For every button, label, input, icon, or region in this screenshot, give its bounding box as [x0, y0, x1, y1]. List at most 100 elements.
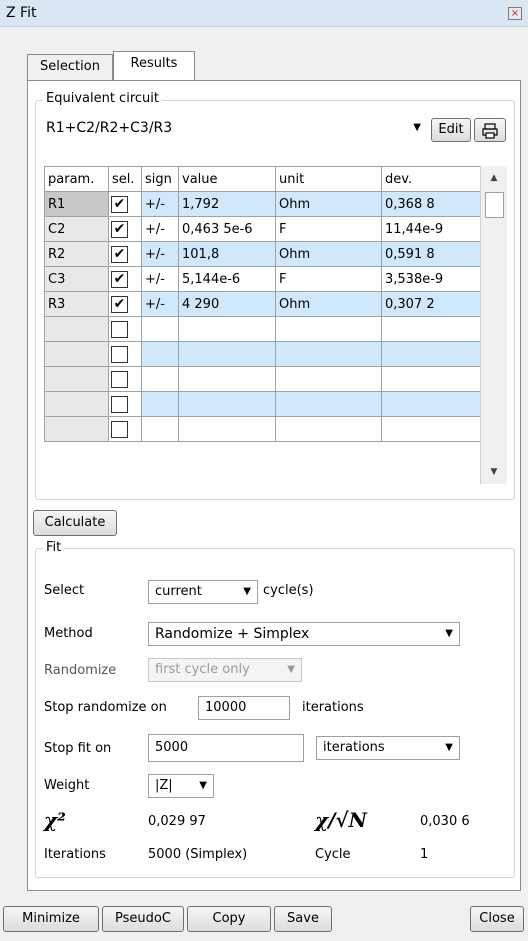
select-checkbox[interactable]: ✔	[111, 295, 128, 313]
pseudoc-button[interactable]: PseudoC	[102, 906, 184, 932]
header-sign[interactable]: sign	[141, 166, 179, 192]
cell-unit[interactable]	[275, 416, 382, 442]
cycle-select[interactable]: current ▼	[148, 580, 258, 604]
table-scrollbar[interactable]: ▲ ▼	[480, 166, 507, 484]
cell-value[interactable]: 0,463 5e-6	[178, 216, 276, 242]
randomize-select[interactable]: first cycle only ▼	[148, 658, 302, 682]
select-checkbox[interactable]	[111, 420, 128, 438]
cell-sign[interactable]: +/-	[141, 191, 179, 217]
cell-dev[interactable]: 11,44e-9	[381, 216, 480, 242]
select-checkbox-cell[interactable]: ✔	[108, 216, 142, 242]
cell-param[interactable]: R2	[44, 241, 109, 267]
cell-value[interactable]	[178, 391, 276, 417]
cell-dev[interactable]	[381, 391, 480, 417]
cell-unit[interactable]: Ohm	[275, 291, 382, 317]
cell-unit[interactable]: F	[275, 266, 382, 292]
table-row[interactable]	[44, 366, 480, 392]
cell-unit[interactable]	[275, 341, 382, 367]
cell-param[interactable]: R1	[44, 191, 109, 217]
select-checkbox-cell[interactable]: ✔	[108, 266, 142, 292]
select-checkbox-cell[interactable]	[108, 366, 142, 392]
cell-dev[interactable]: 0,307 2	[381, 291, 480, 317]
table-row[interactable]	[44, 416, 480, 442]
method-select[interactable]: Randomize + Simplex ▼	[148, 622, 460, 646]
close-window-icon[interactable]: ×	[508, 7, 522, 20]
cell-value[interactable]	[178, 341, 276, 367]
cell-sign[interactable]	[141, 341, 179, 367]
cell-unit[interactable]	[275, 316, 382, 342]
table-row[interactable]: R1 ✔ +/- 1,792 Ohm 0,368 8	[44, 191, 480, 217]
tab-results[interactable]: Results	[113, 51, 195, 80]
table-row[interactable]: R3 ✔ +/- 4 290 Ohm 0,307 2	[44, 291, 480, 317]
select-checkbox-cell[interactable]	[108, 316, 142, 342]
scroll-thumb[interactable]	[485, 192, 504, 218]
header-unit[interactable]: unit	[275, 166, 382, 192]
cell-sign[interactable]	[141, 416, 179, 442]
select-checkbox[interactable]: ✔	[111, 270, 128, 288]
cell-param[interactable]	[44, 341, 109, 367]
calculate-button[interactable]: Calculate	[33, 510, 117, 536]
cell-sign[interactable]	[141, 366, 179, 392]
cell-dev[interactable]: 0,591 8	[381, 241, 480, 267]
cell-value[interactable]: 1,792	[178, 191, 276, 217]
table-row[interactable]: R2 ✔ +/- 101,8 Ohm 0,591 8	[44, 241, 480, 267]
select-checkbox[interactable]	[111, 395, 128, 413]
select-checkbox[interactable]	[111, 370, 128, 388]
cell-sign[interactable]: +/-	[141, 266, 179, 292]
close-button[interactable]: Close	[470, 906, 524, 932]
minimize-button[interactable]: Minimize	[3, 906, 99, 932]
table-row[interactable]	[44, 316, 480, 342]
select-checkbox[interactable]	[111, 320, 128, 338]
cell-param[interactable]: C3	[44, 266, 109, 292]
header-sel[interactable]: sel.	[108, 166, 142, 192]
copy-button[interactable]: Copy	[187, 906, 271, 932]
stop-fit-input[interactable]: 5000	[148, 734, 304, 762]
edit-button[interactable]: Edit	[431, 118, 471, 142]
cell-sign[interactable]	[141, 391, 179, 417]
stop-fit-unit-select[interactable]: iterations ▼	[316, 736, 460, 760]
table-row[interactable]	[44, 391, 480, 417]
cell-sign[interactable]	[141, 316, 179, 342]
cell-value[interactable]: 101,8	[178, 241, 276, 267]
stop-randomize-input[interactable]: 10000	[198, 696, 290, 720]
tab-selection[interactable]: Selection	[27, 54, 113, 80]
scroll-down-icon[interactable]: ▼	[481, 462, 507, 482]
cell-param[interactable]: C2	[44, 216, 109, 242]
select-checkbox[interactable]: ✔	[111, 195, 128, 213]
cell-dev[interactable]: 3,538e-9	[381, 266, 480, 292]
select-checkbox-cell[interactable]	[108, 341, 142, 367]
cell-unit[interactable]	[275, 391, 382, 417]
cell-value[interactable]: 5,144e-6	[178, 266, 276, 292]
cell-unit[interactable]: F	[275, 216, 382, 242]
cell-dev[interactable]	[381, 416, 480, 442]
cell-param[interactable]	[44, 366, 109, 392]
table-row[interactable]: C2 ✔ +/- 0,463 5e-6 F 11,44e-9	[44, 216, 480, 242]
cell-value[interactable]	[178, 366, 276, 392]
cell-dev[interactable]: 0,368 8	[381, 191, 480, 217]
select-checkbox[interactable]: ✔	[111, 245, 128, 263]
select-checkbox[interactable]	[111, 345, 128, 363]
table-row[interactable]: C3 ✔ +/- 5,144e-6 F 3,538e-9	[44, 266, 480, 292]
cell-sign[interactable]: +/-	[141, 216, 179, 242]
select-checkbox-cell[interactable]	[108, 416, 142, 442]
header-dev[interactable]: dev.	[381, 166, 480, 192]
cell-param[interactable]: R3	[44, 291, 109, 317]
cell-dev[interactable]	[381, 366, 480, 392]
cell-param[interactable]	[44, 416, 109, 442]
print-button[interactable]	[474, 118, 506, 142]
weight-select[interactable]: |Z| ▼	[148, 774, 214, 798]
cell-param[interactable]	[44, 391, 109, 417]
select-checkbox-cell[interactable]	[108, 391, 142, 417]
cell-unit[interactable]	[275, 366, 382, 392]
cell-dev[interactable]	[381, 316, 480, 342]
select-checkbox[interactable]: ✔	[111, 220, 128, 238]
header-value[interactable]: value	[178, 166, 276, 192]
cell-value[interactable]	[178, 316, 276, 342]
select-checkbox-cell[interactable]: ✔	[108, 241, 142, 267]
select-checkbox-cell[interactable]: ✔	[108, 291, 142, 317]
cell-unit[interactable]: Ohm	[275, 241, 382, 267]
select-checkbox-cell[interactable]: ✔	[108, 191, 142, 217]
cell-param[interactable]	[44, 316, 109, 342]
cell-unit[interactable]: Ohm	[275, 191, 382, 217]
cell-sign[interactable]: +/-	[141, 291, 179, 317]
